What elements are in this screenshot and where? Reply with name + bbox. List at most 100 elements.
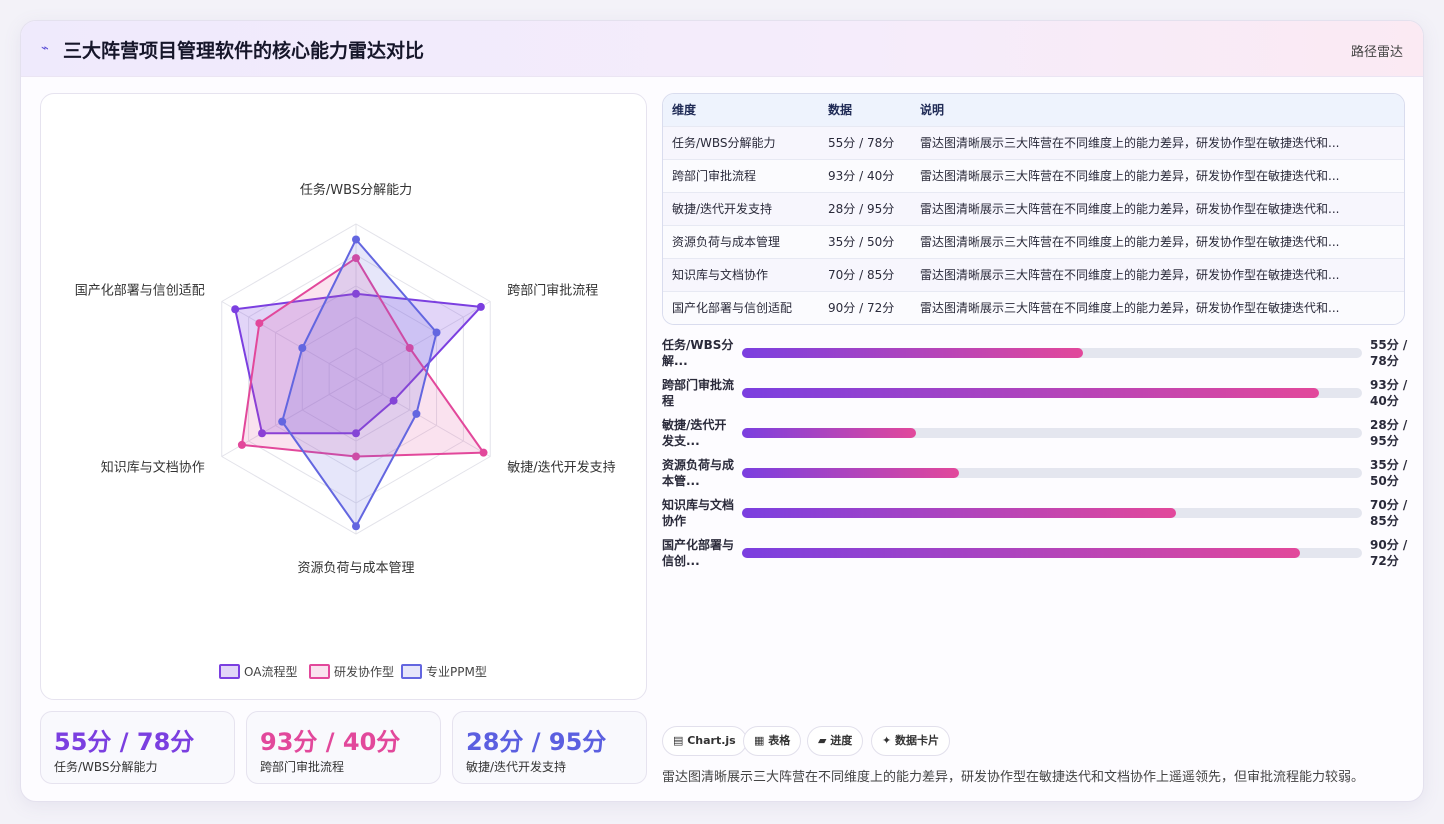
- table-cell: 雷达图清晰展示三大阵营在不同维度上的能力差异，研发协作型在敏捷迭代和...: [920, 136, 1340, 150]
- table-header-row: 维度 数据 说明: [663, 94, 1404, 126]
- progress-value: 55分 / 78分: [1370, 338, 1408, 368]
- table-cell: 35分 / 50分: [828, 235, 895, 249]
- table-cell: 55分 / 78分: [828, 136, 895, 150]
- path-radar-link[interactable]: 路径雷达: [1351, 41, 1403, 60]
- data-table: 维度 数据 说明 任务/WBS分解能力 55分 / 78分 雷达图清晰展示三大阵…: [662, 93, 1405, 325]
- progress-fill: [742, 508, 1176, 518]
- radar-axis-label: 资源负荷与成本管理: [297, 561, 414, 576]
- radar-chart: 任务/WBS分解能力跨部门审批流程敏捷/迭代开发支持资源负荷与成本管理 知识库与文…: [75, 182, 616, 679]
- radar-point: [432, 328, 441, 337]
- header: ⌁ 三大阵营项目管理软件的核心能力雷达对比 路径雷达: [21, 21, 1423, 77]
- progress-label: 敏捷/迭代开发支...: [662, 418, 727, 448]
- progress-label: 资源负荷与成本管...: [662, 458, 735, 488]
- radar-point: [237, 440, 246, 449]
- progress-row: 知识库与文档协作 70分 / 85分: [662, 497, 1407, 533]
- progress-row: 敏捷/迭代开发支... 28分 / 95分: [662, 417, 1407, 453]
- tag-chartjs[interactable]: ▤ Chart.js: [662, 726, 747, 756]
- legend-label: 专业PPM型: [426, 664, 487, 679]
- legend-swatch: [401, 664, 422, 679]
- summary-text: 雷达图清晰展示三大阵营在不同维度上的能力差异，研发协作型在敏捷迭代和文档协作上遥…: [662, 770, 1365, 785]
- radar-point: [479, 448, 488, 457]
- progress-track: [742, 348, 1362, 358]
- radar-point: [298, 344, 307, 352]
- table-cell: 跨部门审批流程: [672, 169, 757, 183]
- progress-label: 任务/WBS分解...: [662, 338, 734, 368]
- table-cell: 90分 / 72分: [828, 301, 895, 316]
- table-cell: 国产化部署与信创适配: [672, 301, 793, 316]
- progress-row: 资源负荷与成本管... 35分 / 50分: [662, 457, 1407, 493]
- progress-track: [742, 548, 1362, 558]
- table-cell: 28分 / 95分: [828, 202, 895, 216]
- progress-fill: [742, 468, 959, 478]
- stat-label: 敏捷/迭代开发支持: [466, 760, 567, 774]
- tag-data-card[interactable]: ✦ 数据卡片: [871, 726, 951, 756]
- progress-value: 70分 / 85分: [1370, 498, 1408, 528]
- progress-value: 28分 / 95分: [1370, 418, 1408, 448]
- table-cell: 资源负荷与成本管理: [672, 235, 781, 249]
- table-row: 知识库与文档协作 70分 / 85分 雷达图清晰展示三大阵营在不同维度上的能力差…: [663, 258, 1404, 291]
- page-title: 三大阵营项目管理软件的核心能力雷达对比: [63, 40, 425, 62]
- legend-swatch: [219, 664, 240, 679]
- progress-label: 国产化部署与信创...: [662, 538, 735, 568]
- table-header-dimension: 维度: [672, 103, 697, 118]
- stat-card-1: 55分 / 78分 任务/WBS分解能力: [40, 711, 235, 784]
- table-row: 跨部门审批流程 93分 / 40分 雷达图清晰展示三大阵营在不同维度上的能力差异…: [663, 159, 1404, 192]
- progress-label: 跨部门审批流程: [662, 378, 735, 408]
- radar-axis-label: 知识库与文档协作: [101, 460, 205, 476]
- progress-row: 跨部门审批流程 93分 / 40分: [662, 377, 1407, 413]
- table-cell: 任务/WBS分解能力: [672, 136, 776, 150]
- radar-point: [352, 235, 360, 244]
- radar-series-3: [281, 238, 438, 528]
- radar-point: [231, 305, 240, 314]
- legend-swatch: [309, 664, 330, 679]
- legend-label: OA流程型: [244, 664, 297, 679]
- radar-axis-label: 国产化部署与信创适配: [75, 284, 205, 299]
- table-row: 资源负荷与成本管理 35分 / 50分 雷达图清晰展示三大阵营在不同维度上的能力…: [663, 225, 1404, 258]
- progress-track: [742, 428, 1362, 438]
- radar-point: [255, 319, 264, 328]
- table-cell: 雷达图清晰展示三大阵营在不同维度上的能力差异，研发协作型在敏捷迭代和...: [920, 301, 1340, 316]
- logo-icon: ⌁: [41, 41, 49, 56]
- radar-axis-label: 任务/WBS分解能力: [300, 182, 412, 198]
- progress-fill: [742, 348, 1083, 358]
- stat-value: 55分 / 78分: [54, 728, 195, 756]
- radar-point: [352, 522, 360, 531]
- table-cell: 70分 / 85分: [828, 268, 895, 282]
- legend-label: 研发协作型: [334, 664, 394, 679]
- progress-track: [742, 388, 1362, 398]
- tag-progress[interactable]: ▰ 进度: [807, 726, 864, 756]
- tag-table[interactable]: ▦ 表格: [743, 726, 802, 756]
- radar-point: [476, 302, 485, 311]
- progress-row: 国产化部署与信创... 90分 / 72分: [662, 537, 1407, 573]
- progress-track: [742, 508, 1362, 518]
- table-cell: 雷达图清晰展示三大阵营在不同维度上的能力差异，研发协作型在敏捷迭代和...: [920, 169, 1340, 183]
- progress-row: 任务/WBS分解... 55分 / 78分: [662, 337, 1407, 373]
- stat-value: 28分 / 95分: [466, 728, 607, 756]
- progress-value: 90分 / 72分: [1370, 538, 1408, 568]
- radar-chart-panel: 任务/WBS分解能力跨部门审批流程敏捷/迭代开发支持资源负荷与成本管理 知识库与文…: [40, 93, 647, 700]
- progress-fill: [742, 428, 916, 438]
- progress-value: 35分 / 50分: [1370, 458, 1408, 488]
- table-cell: 雷达图清晰展示三大阵营在不同维度上的能力差异，研发协作型在敏捷迭代和...: [920, 235, 1340, 249]
- radar-axis-label: 跨部门审批流程: [507, 284, 598, 299]
- stat-card-3: 28分 / 95分 敏捷/迭代开发支持: [452, 711, 647, 784]
- progress-value: 93分 / 40分: [1370, 378, 1408, 408]
- progress-fill: [742, 548, 1300, 558]
- radar-axis-label: 敏捷/迭代开发支持: [507, 460, 615, 476]
- radar-point: [278, 417, 287, 426]
- stat-card-2: 93分 / 40分 跨部门审批流程: [246, 711, 441, 784]
- table-cell: 93分 / 40分: [828, 169, 895, 183]
- table-cell: 雷达图清晰展示三大阵营在不同维度上的能力差异，研发协作型在敏捷迭代和...: [920, 268, 1340, 282]
- table-header-description: 说明: [920, 103, 945, 118]
- stat-value: 93分 / 40分: [260, 728, 401, 756]
- table-row: 任务/WBS分解能力 55分 / 78分 雷达图清晰展示三大阵营在不同维度上的能…: [663, 126, 1404, 159]
- progress-fill: [742, 388, 1319, 398]
- table-header-data: 数据: [828, 103, 853, 118]
- main-card: ⌁ 三大阵营项目管理软件的核心能力雷达对比 路径雷达 任务/WBS分解能力 跨部门…: [20, 20, 1424, 802]
- stat-label: 任务/WBS分解能力: [54, 760, 158, 774]
- table-cell: 敏捷/迭代开发支持: [672, 202, 773, 216]
- progress-label: 知识库与文档协作: [662, 498, 735, 528]
- table-row: 国产化部署与信创适配 90分 / 72分 雷达图清晰展示三大阵营在不同维度上的能…: [663, 291, 1404, 324]
- table-row: 敏捷/迭代开发支持 28分 / 95分 雷达图清晰展示三大阵营在不同维度上的能力…: [663, 192, 1404, 225]
- radar-point: [412, 409, 421, 418]
